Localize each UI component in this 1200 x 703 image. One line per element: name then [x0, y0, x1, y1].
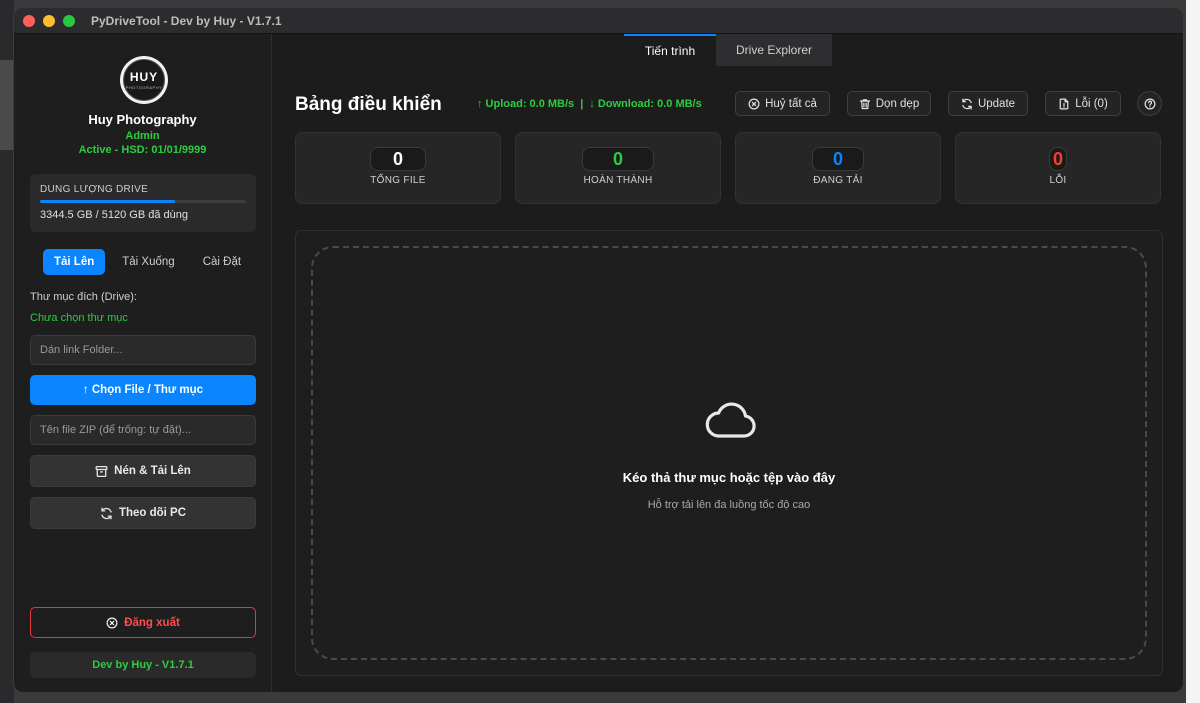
title-bar: PyDriveTool - Dev by Huy - V1.7.1	[14, 8, 1183, 34]
sync-icon	[100, 507, 113, 520]
update-button[interactable]: Update	[948, 91, 1028, 116]
zip-upload-label: Nén & Tải Lên	[114, 465, 191, 477]
in-progress-label: ĐANG TẢI	[813, 175, 863, 186]
download-speed: ↓ Download: 0.0 MB/s	[589, 98, 702, 110]
folder-link-input[interactable]	[30, 335, 256, 365]
drop-zone[interactable]: Kéo thả thư mục hoặc tệp vào đây Hỗ trợ …	[311, 246, 1147, 660]
storage-progress-fill	[40, 200, 175, 203]
storage-progress-bar	[40, 200, 246, 203]
page-title: Bảng điều khiển	[295, 94, 442, 115]
close-window-button[interactable]	[23, 14, 35, 27]
total-files-label: TỔNG FILE	[370, 175, 426, 186]
license-status: Active - HSD: 01/01/9999	[78, 144, 207, 156]
drive-storage-panel: DUNG LƯỢNG DRIVE 3344.5 GB / 5120 GB đã …	[30, 174, 256, 232]
stat-card-in-progress: 0 ĐANG TẢI	[735, 132, 941, 204]
choose-file-label: ↑ Chọn File / Thư mục	[82, 384, 204, 396]
cloud-icon	[705, 398, 757, 444]
sidebar-tabs: Tải Lên Tải Xuống Cài Đặt	[43, 249, 252, 275]
clean-button[interactable]: Dọn dẹp	[847, 91, 931, 116]
cancel-all-button[interactable]: Huỷ tất cả	[735, 91, 830, 116]
drop-zone-title: Kéo thả thư mục hoặc tệp vào đây	[622, 470, 836, 485]
error-log-label: Lỗi (0)	[1075, 97, 1108, 110]
watch-pc-button[interactable]: Theo dõi PC	[30, 497, 256, 529]
file-alert-icon	[1058, 98, 1070, 110]
window-title: PyDriveTool - Dev by Huy - V1.7.1	[91, 13, 282, 28]
transfer-speed: ↑ Upload: 0.0 MB/s | ↓ Download: 0.0 MB/…	[477, 98, 702, 110]
tab-settings[interactable]: Cài Đặt	[192, 249, 252, 275]
help-button[interactable]	[1137, 91, 1162, 116]
storage-usage-text: 3344.5 GB / 5120 GB đã dùng	[40, 209, 189, 221]
maximize-window-button[interactable]	[63, 14, 75, 27]
error-log-button[interactable]: Lỗi (0)	[1045, 91, 1121, 116]
brand-logo: HUY PHOTOGRAPHY	[120, 56, 168, 104]
drop-area-panel: Kéo thả thư mục hoặc tệp vào đây Hỗ trợ …	[295, 230, 1163, 676]
main-tabs: Tiến trình Drive Explorer	[624, 34, 832, 66]
target-folder-label: Thư mục đích (Drive):	[30, 291, 137, 303]
main-panel: Tiến trình Drive Explorer Bảng điều khiể…	[273, 34, 1183, 692]
drop-zone-subtitle: Hỗ trợ tải lên đa luồng tốc độ cao	[647, 499, 811, 511]
refresh-icon	[961, 98, 973, 110]
tab-download[interactable]: Tải Xuống	[111, 249, 185, 275]
clean-label: Dọn dẹp	[875, 97, 920, 110]
speed-separator: |	[580, 98, 584, 110]
tab-upload[interactable]: Tải Lên	[43, 249, 106, 275]
stat-card-total: 0 TỔNG FILE	[295, 132, 501, 204]
window-controls	[23, 14, 75, 27]
logout-button[interactable]: Đăng xuất	[30, 607, 256, 638]
errors-value: 0	[1049, 147, 1067, 171]
choose-file-button[interactable]: ↑ Chọn File / Thư mục	[30, 375, 256, 405]
trash-icon	[859, 98, 871, 110]
stats-row: 0 TỔNG FILE 0 HOÀN THÀNH 0 ĐANG TẢI 0 LỖ…	[295, 132, 1161, 204]
minimize-window-button[interactable]	[43, 14, 55, 27]
zip-name-input[interactable]	[30, 415, 256, 445]
cancel-circle-icon	[748, 98, 760, 110]
total-files-value: 0	[370, 147, 426, 171]
user-name: Huy Photography	[88, 112, 197, 127]
sidebar: HUY PHOTOGRAPHY Huy Photography Admin Ac…	[14, 34, 272, 692]
archive-icon	[95, 465, 108, 478]
completed-value: 0	[582, 147, 654, 171]
dashboard-header: Bảng điều khiển ↑ Upload: 0.0 MB/s | ↓ D…	[295, 89, 1165, 119]
help-icon	[1144, 98, 1156, 110]
logout-label: Đăng xuất	[124, 616, 180, 629]
zip-upload-button[interactable]: Nén & Tải Lên	[30, 455, 256, 487]
tab-progress[interactable]: Tiến trình	[624, 34, 716, 66]
desktop-background	[0, 0, 14, 703]
stat-card-completed: 0 HOÀN THÀNH	[515, 132, 721, 204]
update-label: Update	[977, 97, 1016, 110]
in-progress-value: 0	[812, 147, 864, 171]
version-footer: Dev by Huy - V1.7.1	[30, 652, 256, 678]
close-circle-icon	[106, 617, 118, 629]
cancel-all-label: Huỷ tất cả	[765, 97, 817, 110]
stat-card-errors: 0 LỖI	[955, 132, 1161, 204]
completed-label: HOÀN THÀNH	[583, 175, 653, 186]
tab-drive-explorer[interactable]: Drive Explorer	[716, 34, 832, 66]
watch-pc-label: Theo dõi PC	[118, 507, 187, 519]
user-role: Admin	[125, 130, 160, 142]
desktop-background-right	[1186, 0, 1200, 703]
logo-subtext: PHOTOGRAPHY	[125, 84, 163, 90]
upload-speed: ↑ Upload: 0.0 MB/s	[477, 98, 575, 110]
app-window: PyDriveTool - Dev by Huy - V1.7.1 HUY PH…	[13, 7, 1184, 693]
target-folder-status: Chưa chọn thư mục	[30, 312, 128, 324]
storage-title: DUNG LƯỢNG DRIVE	[40, 184, 149, 195]
logo-text: HUY	[129, 69, 159, 84]
errors-label: LỖI	[1049, 175, 1067, 186]
